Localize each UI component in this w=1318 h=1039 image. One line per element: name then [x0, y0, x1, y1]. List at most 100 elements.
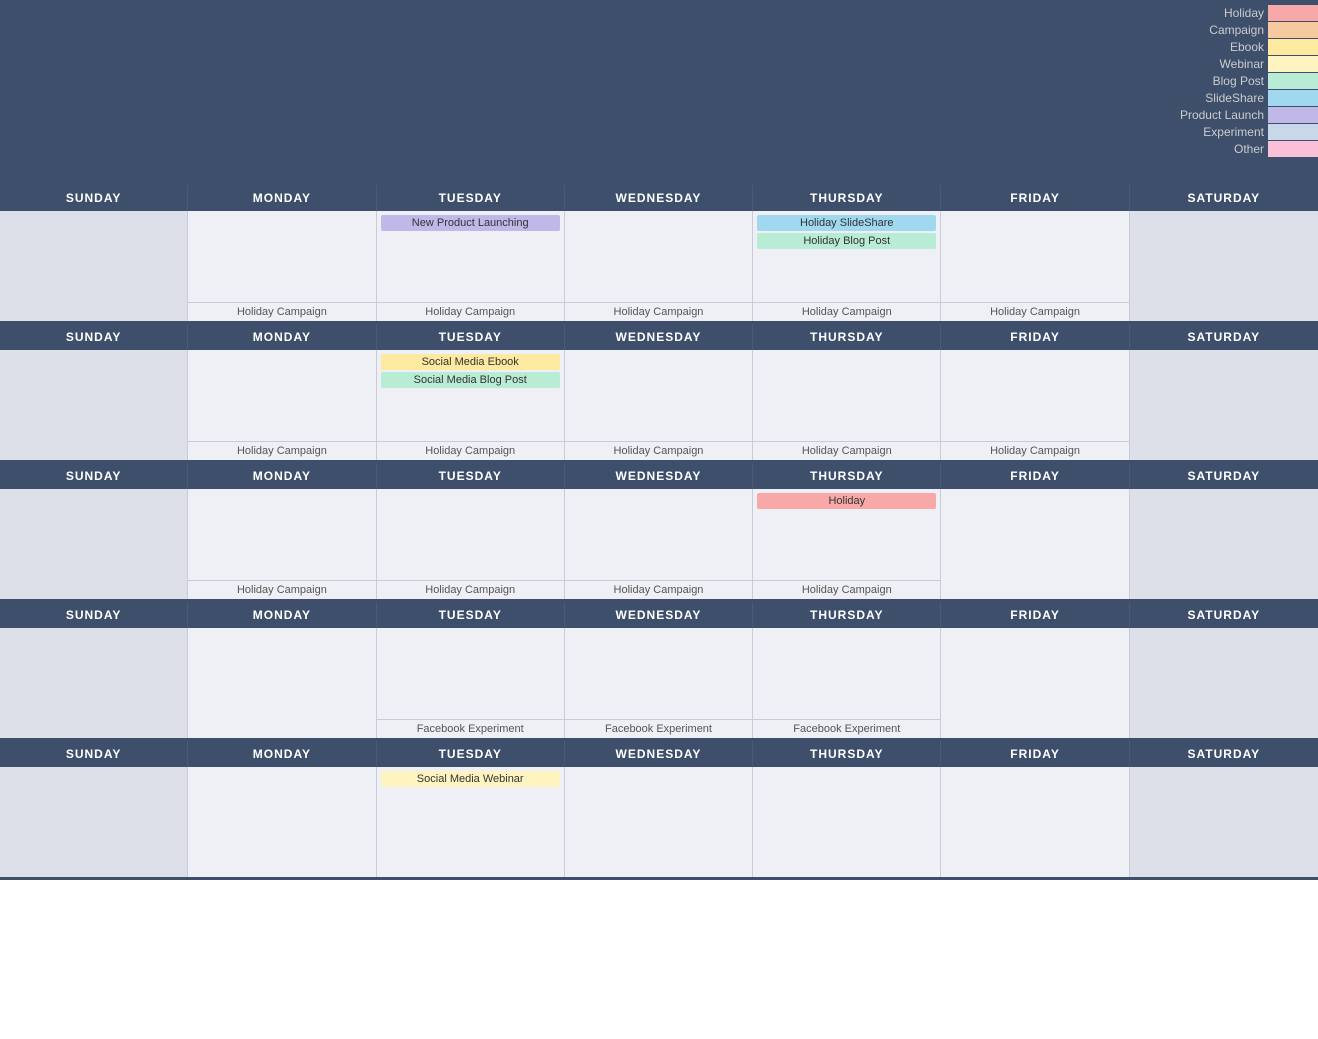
key-row: Product Launch	[1180, 107, 1318, 123]
day-cell	[941, 767, 1129, 877]
day-header-cell: SATURDAY	[1130, 602, 1318, 628]
day-header-cell: SATURDAY	[1130, 741, 1318, 767]
cell-footer: Holiday Campaign	[565, 580, 752, 599]
key-row: Campaign	[1180, 22, 1318, 38]
key-swatch	[1268, 73, 1318, 89]
key-swatch	[1268, 5, 1318, 21]
cell-content	[188, 350, 375, 441]
cell-content	[1130, 350, 1318, 460]
cell-footer: Holiday Campaign	[941, 441, 1128, 460]
cell-event: New Product Launching	[381, 215, 560, 231]
week-row: Holiday CampaignSocial Media EbookSocial…	[0, 350, 1318, 463]
cell-event: Holiday	[757, 493, 936, 509]
cell-content: Social Media Webinar	[377, 767, 564, 877]
key-row: SlideShare	[1180, 90, 1318, 106]
day-cell	[565, 767, 753, 877]
key-swatch	[1268, 124, 1318, 140]
cell-content	[565, 628, 752, 719]
day-cell: New Product Launching Holiday Campaign	[377, 211, 565, 321]
day-cell: Holiday SlideShareHoliday Blog PostHolid…	[753, 211, 941, 321]
day-header-cell: WEDNESDAY	[565, 741, 753, 767]
day-cell	[941, 628, 1129, 738]
day-header-cell: MONDAY	[188, 602, 376, 628]
key-row: Webinar	[1180, 56, 1318, 72]
day-header-cell: FRIDAY	[941, 602, 1129, 628]
day-header-cell: THURSDAY	[753, 463, 941, 489]
day-cell: Holiday Campaign	[941, 350, 1129, 460]
cell-footer: Holiday Campaign	[753, 580, 940, 599]
key-swatch	[1268, 90, 1318, 106]
cell-footer: Holiday Campaign	[188, 580, 375, 599]
cell-content	[753, 767, 940, 877]
key-row: Blog Post	[1180, 73, 1318, 89]
day-cell: Holiday Campaign	[188, 489, 376, 599]
cell-content	[941, 350, 1128, 441]
cell-content: Social Media EbookSocial Media Blog Post	[377, 350, 564, 441]
cell-content	[1130, 767, 1318, 877]
cell-content	[565, 211, 752, 302]
day-header-cell: FRIDAY	[941, 463, 1129, 489]
day-header-cell: SUNDAY	[0, 324, 188, 350]
day-cell: Holiday Holiday Campaign	[753, 489, 941, 599]
week-header: SUNDAYMONDAYTUESDAYWEDNESDAYTHURSDAYFRID…	[0, 602, 1318, 628]
week-header: SUNDAYMONDAYTUESDAYWEDNESDAYTHURSDAYFRID…	[0, 324, 1318, 350]
key-item-label: SlideShare	[1205, 91, 1268, 105]
cell-footer: Holiday Campaign	[377, 580, 564, 599]
key-item-label: Webinar	[1220, 57, 1268, 71]
key-item-label: Campaign	[1209, 23, 1268, 37]
key-item-label: Product Launch	[1180, 108, 1268, 122]
day-cell: Holiday Campaign	[188, 350, 376, 460]
cell-content	[565, 767, 752, 877]
cell-content	[377, 489, 564, 580]
day-cell: Social Media EbookSocial Media Blog Post…	[377, 350, 565, 460]
day-cell: Facebook Experiment	[377, 628, 565, 738]
cell-content	[0, 767, 187, 877]
cell-content	[0, 489, 187, 599]
day-header-cell: WEDNESDAY	[565, 324, 753, 350]
key-panel: HolidayCampaignEbookWebinarBlog PostSlid…	[1118, 0, 1318, 185]
day-header-cell: THURSDAY	[753, 185, 941, 211]
day-header-cell: SUNDAY	[0, 741, 188, 767]
calendar-container: Holiday Campaign Ebook Webinar Blog Post Slid…	[0, 0, 1318, 880]
day-header-cell: MONDAY	[188, 463, 376, 489]
cell-content	[941, 211, 1128, 302]
cell-content	[188, 211, 375, 302]
cell-content	[1130, 628, 1318, 738]
week-header: SUNDAYMONDAYTUESDAYWEDNESDAYTHURSDAYFRID…	[0, 741, 1318, 767]
day-header-cell: SATURDAY	[1130, 463, 1318, 489]
cell-footer: Holiday Campaign	[753, 441, 940, 460]
day-cell	[188, 628, 376, 738]
week-row: Holiday CampaignHoliday CampaignHoliday …	[0, 489, 1318, 602]
cell-footer: Holiday Campaign	[941, 302, 1128, 321]
cell-content	[188, 628, 375, 738]
cell-footer: Holiday Campaign	[188, 441, 375, 460]
cell-footer: Holiday Campaign	[188, 302, 375, 321]
day-header-cell: SUNDAY	[0, 185, 188, 211]
cell-content	[188, 489, 375, 580]
day-cell	[941, 489, 1129, 599]
cell-content	[941, 489, 1128, 599]
key-item-label: Blog Post	[1213, 74, 1268, 88]
key-row: Experiment	[1180, 124, 1318, 140]
cell-footer: Holiday Campaign	[565, 441, 752, 460]
key-swatch	[1268, 56, 1318, 72]
day-header-cell: WEDNESDAY	[565, 185, 753, 211]
day-cell	[0, 628, 188, 738]
key-swatch	[1268, 107, 1318, 123]
cell-footer: Holiday Campaign	[753, 302, 940, 321]
day-header-cell: THURSDAY	[753, 602, 941, 628]
key-item-label: Ebook	[1230, 40, 1268, 54]
cell-event: Social Media Ebook	[381, 354, 560, 370]
cell-event: Social Media Webinar	[381, 771, 560, 787]
cell-content	[941, 767, 1128, 877]
day-cell: Social Media Webinar	[377, 767, 565, 877]
cell-footer: Holiday Campaign	[377, 302, 564, 321]
day-header-cell: MONDAY	[188, 185, 376, 211]
day-header-cell: MONDAY	[188, 324, 376, 350]
day-header-cell: THURSDAY	[753, 741, 941, 767]
cell-content	[0, 211, 187, 321]
day-cell: Holiday Campaign	[565, 350, 753, 460]
key-swatch	[1268, 22, 1318, 38]
cell-content: Holiday	[753, 489, 940, 580]
day-header-cell: SUNDAY	[0, 602, 188, 628]
